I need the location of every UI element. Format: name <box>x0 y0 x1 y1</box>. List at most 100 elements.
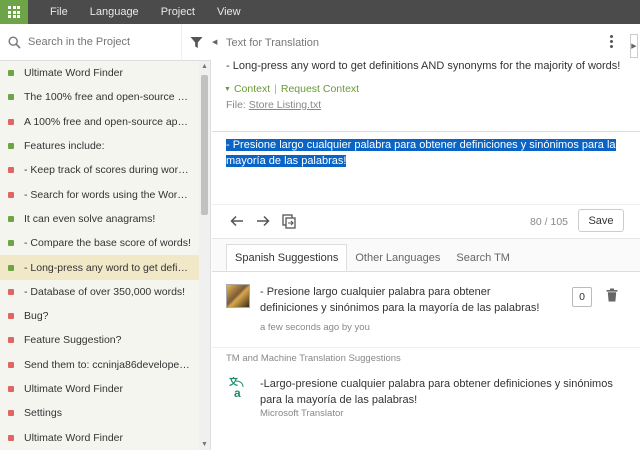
editor-toolbar: 80 / 105 Save <box>212 207 640 235</box>
search-input[interactable] <box>28 36 181 48</box>
suggestion-tabs: Spanish Suggestions Other Languages Sear… <box>212 239 640 271</box>
list-item[interactable]: Ultimate Word Finder <box>0 425 200 449</box>
list-item-text: - Keep track of scores during word ga... <box>24 164 192 177</box>
suggestion-text[interactable]: - Presione largo cualquier palabra para … <box>260 284 550 316</box>
status-untranslated-icon <box>8 313 14 320</box>
list-item[interactable]: Ultimate Word Finder <box>0 377 200 401</box>
list-item-text: - Long-press any word to get definitio..… <box>24 261 192 274</box>
status-translated-icon <box>8 240 14 247</box>
list-item-text: - Database of over 350,000 words! <box>24 285 186 298</box>
trash-icon[interactable] <box>606 288 618 305</box>
top-menu-bar: File Language Project View <box>0 0 640 24</box>
arrow-right-icon[interactable] <box>250 208 276 234</box>
string-list: Ultimate Word Finder The 100% free and op… <box>0 61 200 450</box>
menu-view[interactable]: View <box>217 6 241 18</box>
copy-source-icon[interactable] <box>276 208 302 234</box>
file-info: File: Store Listing.txt <box>212 99 640 111</box>
tab-search-tm[interactable]: Search TM <box>448 244 518 271</box>
avatar <box>226 284 250 308</box>
status-untranslated-icon <box>8 361 14 368</box>
context-separator: | <box>274 83 277 95</box>
list-item-text: Ultimate Word Finder <box>24 431 124 444</box>
list-item[interactable]: - Database of over 350,000 words! <box>0 280 200 304</box>
status-untranslated-icon <box>8 288 14 295</box>
scrollbar-thumb[interactable] <box>201 75 208 215</box>
status-translated-icon <box>8 143 14 150</box>
status-untranslated-icon <box>8 191 14 198</box>
translator-icon: a <box>228 376 248 400</box>
list-item-text: Feature Suggestion? <box>24 334 122 347</box>
strings-panel: Ultimate Word Finder The 100% free and op… <box>0 23 211 450</box>
translation-panel: ◀ Text for Translation ▶ - Long-press an… <box>212 24 640 450</box>
list-item-text: A 100% free and open-source app tha... <box>24 115 192 128</box>
panel-title: Text for Translation <box>226 36 319 49</box>
save-button[interactable]: Save <box>578 209 624 232</box>
divider <box>212 131 640 132</box>
menu-language[interactable]: Language <box>90 6 139 18</box>
more-options-icon[interactable] <box>610 35 614 48</box>
list-item[interactable]: - Long-press any word to get definitio..… <box>0 255 200 280</box>
status-untranslated-icon <box>8 410 14 417</box>
list-item-text: Send them to: ccninja86developer@g... <box>24 358 192 371</box>
panel-header: ◀ Text for Translation ▶ <box>212 24 640 61</box>
list-item[interactable]: Features include: <box>0 134 200 158</box>
list-item[interactable]: A 100% free and open-source app tha... <box>0 110 200 134</box>
search-icon <box>0 35 28 49</box>
list-item[interactable]: - Compare the base score of words! <box>0 231 200 255</box>
list-item[interactable]: - Search for words using the Word Fin... <box>0 182 200 206</box>
list-item[interactable]: - Keep track of scores during word ga... <box>0 158 200 182</box>
file-label: File: <box>226 99 246 111</box>
filter-icon[interactable] <box>181 23 211 61</box>
list-item-text: Features include: <box>24 140 105 153</box>
translation-text[interactable]: - Presione largo cualquier palabra para … <box>226 139 616 167</box>
list-item-text: - Compare the base score of words! <box>24 237 191 250</box>
string-list-scrollbar[interactable]: ▲ ▼ <box>199 61 210 450</box>
svg-text:a: a <box>234 386 241 398</box>
character-counter: 80 / 105 <box>530 216 568 228</box>
list-item[interactable]: Feature Suggestion? <box>0 328 200 352</box>
file-name-link[interactable]: Store Listing.txt <box>249 99 321 111</box>
status-untranslated-icon <box>8 337 14 344</box>
arrow-left-icon[interactable] <box>224 208 250 234</box>
list-item-text: It can even solve anagrams! <box>24 212 156 225</box>
list-item-text: Ultimate Word Finder <box>24 383 124 395</box>
status-translated-icon <box>8 70 14 77</box>
scroll-down-icon[interactable]: ▼ <box>201 441 208 448</box>
status-untranslated-icon <box>8 386 14 392</box>
list-item[interactable]: Bug? <box>0 304 200 328</box>
list-item[interactable]: It can even solve anagrams! <box>0 207 200 231</box>
list-item-text: Bug? <box>24 310 49 323</box>
list-item[interactable]: The 100% free and open-source app f... <box>0 85 200 109</box>
suggestion-meta: a few seconds ago by you <box>260 322 370 333</box>
list-item-text: The 100% free and open-source app f... <box>24 91 192 104</box>
translation-editor[interactable]: - Presione largo cualquier palabra para … <box>226 138 616 169</box>
list-item-text: Settings <box>24 407 62 420</box>
tab-spanish-suggestions[interactable]: Spanish Suggestions <box>226 244 348 271</box>
tab-other-languages[interactable]: Other Languages <box>347 244 448 271</box>
status-translated-icon <box>8 264 14 271</box>
list-item-text: - Search for words using the Word Fin... <box>24 188 192 201</box>
list-item[interactable]: Settings <box>0 401 200 425</box>
mt-header: TM and Machine Translation Suggestions <box>226 353 401 364</box>
grid-icon <box>8 6 20 18</box>
status-translated-icon <box>8 94 14 101</box>
request-context-link[interactable]: Request Context <box>281 83 359 95</box>
status-untranslated-icon <box>8 167 14 174</box>
menu-file[interactable]: File <box>50 6 68 18</box>
divider <box>212 347 640 348</box>
collapse-left-icon[interactable]: ◀ <box>212 38 217 46</box>
search-bar <box>0 23 211 61</box>
collapse-right-icon[interactable]: ▶ <box>630 34 638 58</box>
menu-project[interactable]: Project <box>161 6 195 18</box>
context-link[interactable]: Context <box>234 83 270 95</box>
list-item[interactable]: Send them to: ccninja86developer@g... <box>0 353 200 377</box>
source-text: - Long-press any word to get definitions… <box>226 60 621 72</box>
vote-count[interactable]: 0 <box>572 287 592 307</box>
mt-text[interactable]: -Largo-presione cualquier palabra para o… <box>260 376 632 408</box>
mt-source: Microsoft Translator <box>260 408 344 419</box>
app-grid-button[interactable] <box>0 0 28 24</box>
list-item[interactable]: Ultimate Word Finder <box>0 61 200 85</box>
scroll-up-icon[interactable]: ▲ <box>201 63 208 70</box>
list-item-text: Ultimate Word Finder <box>24 67 124 80</box>
expand-triangle-icon[interactable]: ▼ <box>224 86 231 93</box>
